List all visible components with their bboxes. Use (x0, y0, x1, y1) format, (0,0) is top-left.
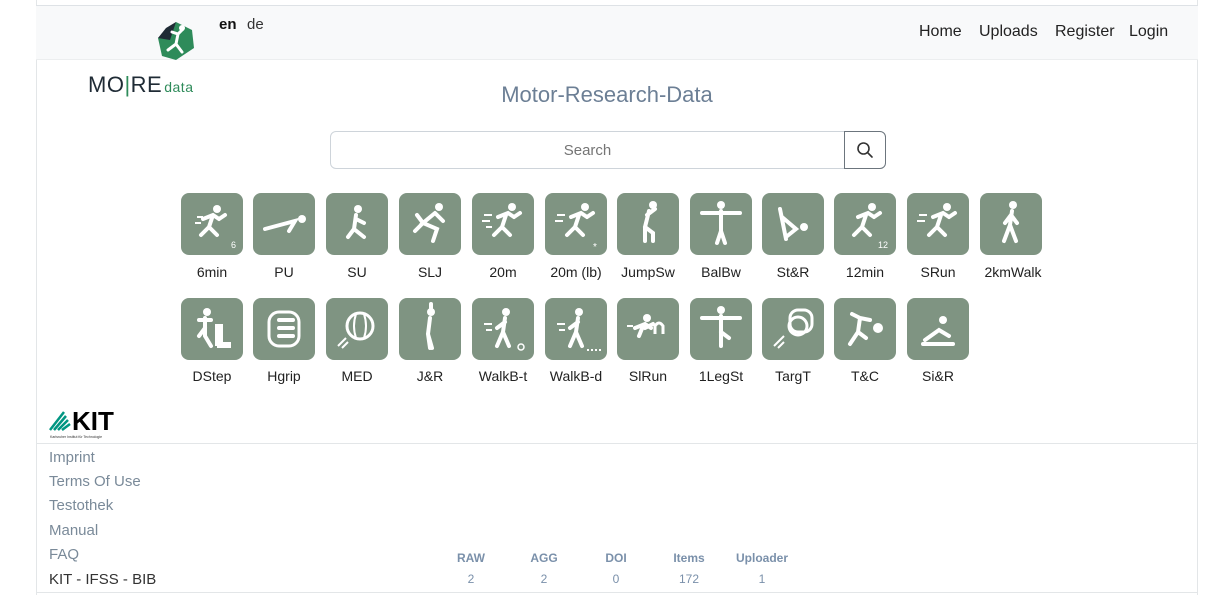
test-tile-20m[interactable] (472, 193, 534, 255)
nav-register-link[interactable]: Register (1055, 23, 1115, 41)
test-tile-su[interactable] (326, 193, 388, 255)
nav-login-link[interactable]: Login (1129, 23, 1168, 41)
stat-value-uploader: 1 (758, 572, 766, 586)
test-tile-si-r[interactable] (907, 298, 969, 360)
jumping-sideways-icon (643, 201, 657, 243)
balance-backwards-icon (700, 201, 742, 245)
stat-value-doi: 0 (612, 572, 620, 586)
walking-backwards-timed-icon (484, 308, 525, 351)
jump-and-reach-icon (425, 302, 435, 350)
page-title: Motor-Research-Data (501, 82, 713, 107)
standing-long-jump-icon (413, 203, 445, 243)
medicine-ball-icon (337, 311, 375, 349)
one-leg-stand-icon (700, 306, 742, 348)
slalom-run-icon (627, 314, 665, 338)
search-button[interactable] (844, 131, 886, 169)
footer-link-faq[interactable]: FAQ (49, 546, 79, 563)
stand-and-reach-icon (778, 207, 808, 241)
test-tile-20m-lb[interactable]: * (545, 193, 607, 255)
test-tile-t-c[interactable] (834, 298, 896, 360)
sit-and-reach-icon (921, 316, 955, 346)
svg-text:12: 12 (878, 240, 888, 250)
footer-link-terms[interactable]: Terms Of Use (49, 473, 141, 490)
stat-value-agg: 2 (540, 572, 548, 586)
test-tile-med[interactable] (326, 298, 388, 360)
svg-text:*: * (593, 242, 597, 253)
stat-value-items: 172 (678, 572, 700, 586)
nav-uploads-link[interactable]: Uploads (979, 23, 1038, 41)
runner-12-icon: 12 (852, 203, 888, 250)
runner-6-icon: 6 (195, 205, 236, 250)
test-tile-2kmwalk[interactable] (980, 193, 1042, 255)
sit-up-icon (346, 205, 366, 239)
sprint-light-barrier-icon: * (555, 203, 597, 253)
hand-grip-icon (267, 310, 301, 348)
search-input[interactable] (330, 131, 845, 169)
target-throw-icon (773, 308, 814, 349)
test-tile-pu[interactable] (253, 193, 315, 255)
stat-label-doi: DOI (605, 551, 627, 565)
test-tile-slrun[interactable] (617, 298, 679, 360)
throw-and-catch-icon (848, 312, 883, 346)
test-tile-hgrip[interactable] (253, 298, 315, 360)
logo-icon[interactable] (152, 18, 198, 64)
stat-label-agg: AGG (530, 551, 558, 565)
footer-link-testothek[interactable]: Testothek (49, 497, 113, 514)
test-tile-j-r[interactable] (399, 298, 461, 360)
footer-link-manual[interactable]: Manual (49, 522, 98, 539)
search-icon (857, 142, 873, 158)
kit-logo[interactable]: KIT Karlsruher Institut für Technologie (48, 404, 126, 440)
test-tile-walkb-d[interactable] (545, 298, 607, 360)
test-tile-1legst[interactable] (690, 298, 752, 360)
test-label-si-r: Si&R (922, 368, 954, 384)
test-tile-targt[interactable] (762, 298, 824, 360)
language-de-link[interactable]: de (247, 16, 264, 33)
test-tile-st-r[interactable] (762, 193, 824, 255)
footer-link-imprint[interactable]: Imprint (49, 449, 95, 466)
double-step-icon (197, 308, 231, 348)
walker-icon (1002, 201, 1019, 243)
test-tile-jumpsw[interactable] (617, 193, 679, 255)
search-bar (330, 131, 886, 169)
shuttle-run-icon (917, 203, 957, 237)
language-en-link[interactable]: en (219, 16, 237, 33)
test-tile-srun[interactable] (907, 193, 969, 255)
test-tile-dstep[interactable] (181, 298, 243, 360)
stat-label-uploader: Uploader (735, 551, 788, 565)
test-tile-6min[interactable]: 6 (181, 193, 243, 255)
walking-backwards-distance-icon (557, 308, 601, 351)
footer-link-kit-ifss-bib[interactable]: KIT - IFSS - BIB (49, 571, 156, 588)
test-tile-walkb-t[interactable] (472, 298, 534, 360)
stat-label-raw: RAW (457, 551, 485, 565)
test-tile-balbw[interactable] (690, 193, 752, 255)
test-label-2kmwalk: 2kmWalk (984, 264, 1042, 280)
stat-label-items: Items (673, 551, 705, 565)
svg-text:6: 6 (231, 240, 236, 250)
svg-text:Karlsruher Institut für Techno: Karlsruher Institut für Technologie (50, 435, 102, 439)
nav-home-link[interactable]: Home (919, 23, 962, 41)
stat-value-raw: 2 (467, 572, 475, 586)
svg-text:KIT: KIT (72, 406, 114, 436)
sprint-icon (482, 203, 522, 237)
test-tile-12min[interactable]: 12 (834, 193, 896, 255)
push-up-icon (263, 215, 306, 233)
test-tile-slj[interactable] (399, 193, 461, 255)
footer (36, 443, 1198, 593)
